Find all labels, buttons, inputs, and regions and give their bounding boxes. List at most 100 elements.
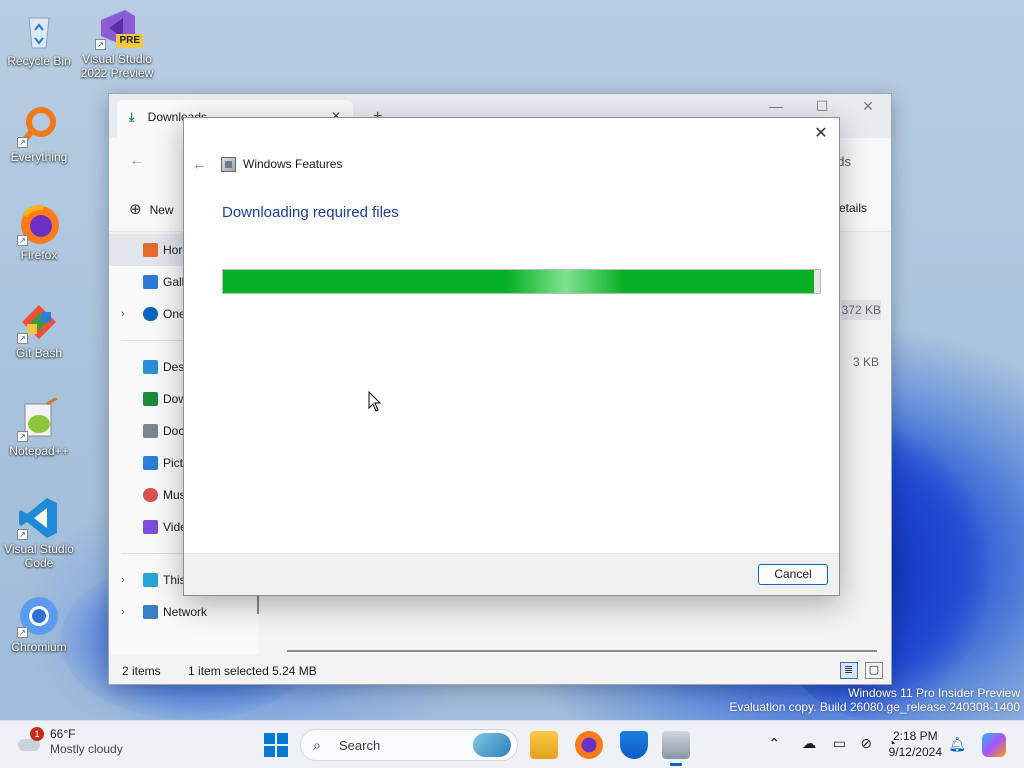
firefox-taskbar-icon[interactable]: [575, 731, 603, 759]
shortcut-arrow-icon: ↗: [17, 235, 28, 246]
chromium-icon: ↗: [17, 594, 61, 638]
notification-badge: 1: [30, 727, 44, 741]
preview-badge: PRE: [116, 34, 143, 48]
shortcut-arrow-icon: ↗: [17, 627, 28, 638]
dialog-footer: Cancel: [184, 553, 839, 595]
desktop-icon-label: Everything: [10, 150, 68, 164]
back-arrow-icon[interactable]: ←: [129, 152, 145, 170]
chevron-right-icon[interactable]: ›: [121, 564, 125, 596]
search-highlight-icon: [473, 733, 511, 757]
notepad-plus-plus-icon: ↗: [17, 396, 61, 442]
close-dialog-button[interactable]: ✕: [811, 124, 831, 144]
status-bar: 2 items 1 item selected 5.24 MB ≣ ▢: [109, 658, 891, 684]
onedrive-icon: [143, 307, 158, 321]
download-icon: [143, 392, 158, 406]
network-icon: [143, 605, 158, 619]
desktop-icon-label: Visual Studio 2022 Preview: [80, 52, 154, 80]
gallery-icon: [143, 275, 158, 289]
desktop-icon-notepad-plus-plus[interactable]: ↗ Notepad++: [0, 396, 78, 458]
chevron-up-icon[interactable]: ⌃: [768, 735, 780, 752]
desktop-icon-visual-studio-2022[interactable]: PRE ↗ Visual Studio 2022 Preview: [78, 6, 156, 80]
download-progress-bar: [222, 269, 821, 294]
desktop-icon-label: Git Bash: [15, 346, 63, 360]
dialog-header: ← Windows Features: [192, 154, 342, 174]
back-arrow-icon[interactable]: ←: [192, 156, 207, 173]
tiles-view-icon[interactable]: ▢: [865, 662, 883, 679]
desktop-icon-git-bash[interactable]: ↗ Git Bash: [0, 300, 78, 360]
taskbar: 1 66°F Mostly cloudy ⌕ Search ⌃ ☁ ▭ ⊘ ◔ …: [0, 720, 1024, 768]
display-icon[interactable]: ▭: [833, 735, 846, 752]
home-icon: [143, 243, 158, 257]
shortcut-arrow-icon: ↗: [17, 431, 28, 442]
new-button[interactable]: ⊕ New: [129, 200, 174, 218]
sidebar-item-network[interactable]: › Network: [109, 596, 259, 628]
git-bash-icon: ↗: [17, 300, 61, 344]
clock-date: 9/12/2024: [888, 745, 942, 759]
item-count: 2 items: [122, 664, 161, 678]
windows-features-taskbar-icon[interactable]: [662, 731, 690, 766]
windows-features-icon: [221, 156, 236, 172]
shortcut-arrow-icon: ↗: [17, 333, 28, 344]
clock-time: 2:18 PM: [892, 729, 938, 743]
shortcut-arrow-icon: ↗: [17, 529, 28, 540]
desktop-icon-label: Firefox: [20, 248, 58, 262]
windows-features-dialog: ✕ ← Windows Features Downloading require…: [183, 117, 840, 596]
taskbar-search-box[interactable]: ⌕ Search: [300, 729, 518, 761]
visual-studio-icon: PRE ↗: [95, 6, 143, 50]
mouse-cursor-icon: [368, 391, 382, 412]
cloud-icon: 1: [16, 727, 44, 753]
recycle-bin-icon: [17, 8, 61, 52]
desktop-icon-recycle-bin[interactable]: Recycle Bin: [0, 8, 78, 68]
desktop-icon-label: Recycle Bin: [7, 54, 71, 68]
documents-icon: [143, 424, 158, 438]
pane-splitter[interactable]: [257, 594, 259, 614]
close-window-button[interactable]: ✕: [845, 98, 891, 115]
window-controls: — ☐ ✕: [753, 98, 891, 115]
desktop-icon-label: Visual Studio Code: [4, 542, 74, 570]
desktop-icon-vscode[interactable]: ↗ Visual Studio Code: [0, 496, 78, 570]
dialog-title: Windows Features: [243, 157, 343, 171]
desktop-icon: [143, 360, 158, 374]
desktop-icon-everything[interactable]: ↗ Everything: [0, 104, 78, 164]
plus-circle-icon: ⊕: [129, 201, 142, 218]
videos-icon: [143, 520, 158, 534]
maximize-button[interactable]: ☐: [799, 98, 845, 115]
pictures-icon: [143, 456, 158, 470]
details-button[interactable]: etails: [839, 201, 867, 215]
view-toggles: ≣ ▢: [836, 662, 883, 679]
shortcut-arrow-icon: ↗: [17, 137, 28, 148]
defender-shield-icon[interactable]: [620, 731, 648, 759]
horizontal-scrollbar[interactable]: [287, 650, 877, 652]
file-size: 3 KB: [853, 355, 880, 369]
weather-condition: Mostly cloudy: [50, 742, 123, 756]
notification-bell-icon[interactable]: 🔔︎: [948, 736, 966, 753]
start-button[interactable]: [264, 733, 288, 757]
clock[interactable]: 2:18 PM 9/12/2024: [889, 728, 942, 760]
weather-widget[interactable]: 1 66°F Mostly cloudy: [16, 727, 123, 757]
copilot-icon[interactable]: [982, 733, 1006, 757]
dialog-heading: Downloading required files: [222, 204, 399, 221]
shortcut-arrow-icon: ↗: [95, 39, 106, 50]
desktop-icon-firefox[interactable]: ↗ Firefox: [0, 202, 78, 262]
search-placeholder: Search: [339, 738, 381, 753]
search-icon: ⌕: [313, 737, 321, 753]
details-view-icon[interactable]: ≣: [839, 662, 858, 679]
everything-icon: ↗: [17, 104, 61, 148]
file-explorer-taskbar-icon[interactable]: [530, 731, 558, 759]
network-icon[interactable]: ⊘: [860, 735, 872, 752]
desktop-icon-label: Chromium: [11, 640, 67, 654]
firefox-icon: ↗: [17, 202, 61, 246]
music-icon: [143, 488, 158, 502]
weather-temperature: 66°F: [50, 727, 76, 741]
progress-fill: [223, 270, 815, 293]
minimize-button[interactable]: —: [753, 98, 799, 115]
desktop-icon-label: Notepad++: [9, 444, 69, 458]
chevron-right-icon[interactable]: ›: [121, 596, 125, 628]
windows-logo-icon: [264, 733, 275, 744]
cancel-button[interactable]: Cancel: [758, 564, 828, 585]
this-pc-icon: [143, 573, 158, 587]
onedrive-offline-icon[interactable]: ☁: [802, 735, 816, 752]
chevron-right-icon[interactable]: ›: [121, 298, 125, 330]
desktop-icon-chromium[interactable]: ↗ Chromium: [0, 594, 78, 654]
download-icon: ⤓: [129, 110, 135, 124]
